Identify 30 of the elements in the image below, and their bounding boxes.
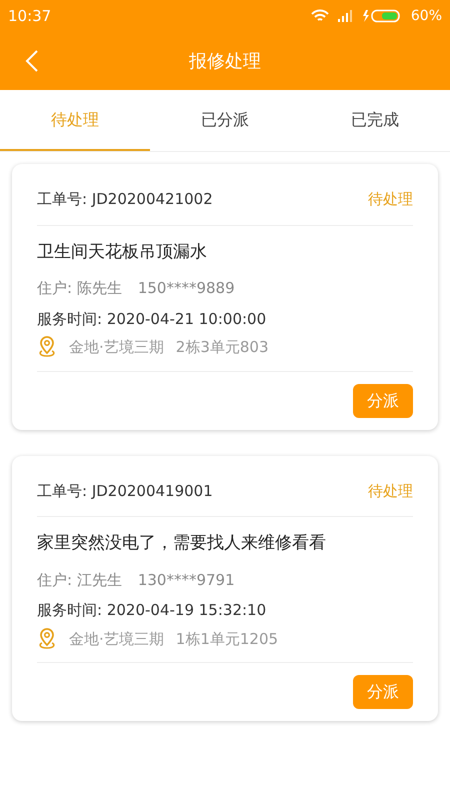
wifi-icon	[310, 9, 329, 23]
assign-button[interactable]: 分派	[353, 675, 413, 709]
tab[interactable]: 已分派	[150, 90, 300, 151]
resident-phone: 130****9791	[138, 570, 235, 590]
tab[interactable]: 待处理	[0, 90, 150, 151]
status-time: 10:37	[8, 6, 52, 27]
tab[interactable]: 已完成	[300, 90, 450, 151]
back-icon	[25, 49, 39, 73]
resident-name: 住户: 江先生	[37, 570, 122, 590]
service-time: 服务时间: 2020-04-19 15:32:10	[37, 600, 268, 621]
battery-icon	[360, 9, 403, 23]
order-number: 工单号: JD20200421002	[37, 189, 213, 210]
order-title: 家里突然没电了，需要找人来维修看看	[37, 532, 327, 555]
service-time: 服务时间: 2020-04-21 10:00:00	[37, 308, 268, 330]
resident-name: 住户: 陈先生	[37, 278, 122, 299]
order-status: 待处理	[368, 480, 413, 502]
page-title: 报修处理	[189, 50, 261, 74]
location-pin-icon	[37, 628, 57, 650]
assign-button[interactable]: 分派	[353, 384, 413, 418]
community-name: 金地·艺境三期	[69, 337, 164, 358]
signal-icon	[336, 10, 353, 22]
unit-address: 1栋1单元1205	[176, 628, 278, 650]
unit-address: 2栋3单元803	[176, 337, 268, 358]
order-status: 待处理	[368, 189, 413, 210]
order-title: 卫生间天花板吊顶漏水	[37, 240, 208, 264]
battery-percent: 60%	[410, 6, 442, 26]
resident-phone: 150****9889	[138, 278, 235, 299]
community-name: 金地·艺境三期	[69, 628, 164, 650]
location-pin-icon	[37, 336, 57, 358]
order-number: 工单号: JD20200419001	[37, 480, 213, 502]
